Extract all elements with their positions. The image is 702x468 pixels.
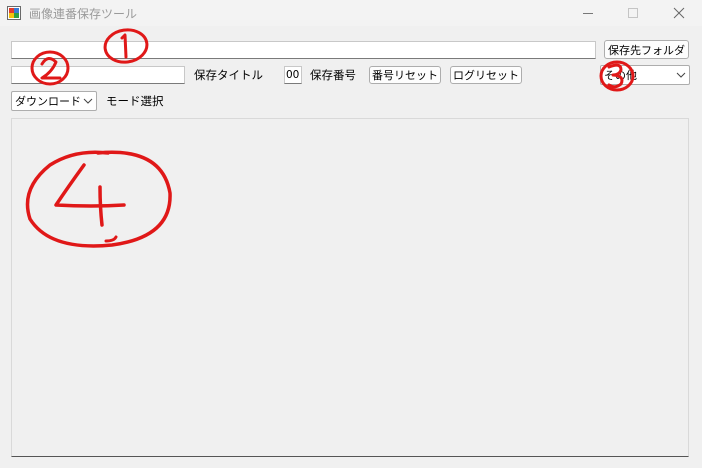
save-folder-path-input[interactable] — [11, 41, 596, 59]
window-title: 画像連番保存ツール — [29, 7, 138, 21]
minimize-icon — [583, 13, 593, 14]
chevron-down-icon — [80, 98, 96, 104]
minimize-button[interactable] — [565, 0, 611, 26]
save-number-input[interactable] — [284, 66, 302, 84]
mode-select-label: モード選択 — [106, 94, 164, 108]
log-reset-button[interactable]: ログリセット — [450, 66, 522, 84]
close-button[interactable] — [656, 0, 702, 26]
close-icon — [673, 7, 685, 19]
mode-select[interactable]: ダウンロード — [11, 91, 97, 111]
log-display-area[interactable] — [11, 118, 689, 457]
save-number-label: 保存番号 — [310, 68, 356, 82]
app-window: 画像連番保存ツール 保存先フォルダ 保存タイトル 保存番号 番号リセット ログリ… — [0, 0, 702, 468]
right-category-select[interactable]: その他 — [600, 65, 690, 85]
maximize-icon — [628, 8, 638, 18]
app-window-icon — [7, 6, 21, 20]
right-category-value: その他 — [604, 69, 637, 82]
save-title-label: 保存タイトル — [194, 68, 263, 82]
mode-select-value: ダウンロード — [15, 95, 80, 108]
save-title-input[interactable] — [11, 66, 185, 84]
chevron-down-icon — [673, 72, 689, 78]
title-bar: 画像連番保存ツール — [0, 0, 702, 26]
maximize-button[interactable] — [610, 0, 656, 26]
number-reset-button[interactable]: 番号リセット — [369, 66, 441, 84]
save-folder-button[interactable]: 保存先フォルダ — [604, 40, 689, 59]
